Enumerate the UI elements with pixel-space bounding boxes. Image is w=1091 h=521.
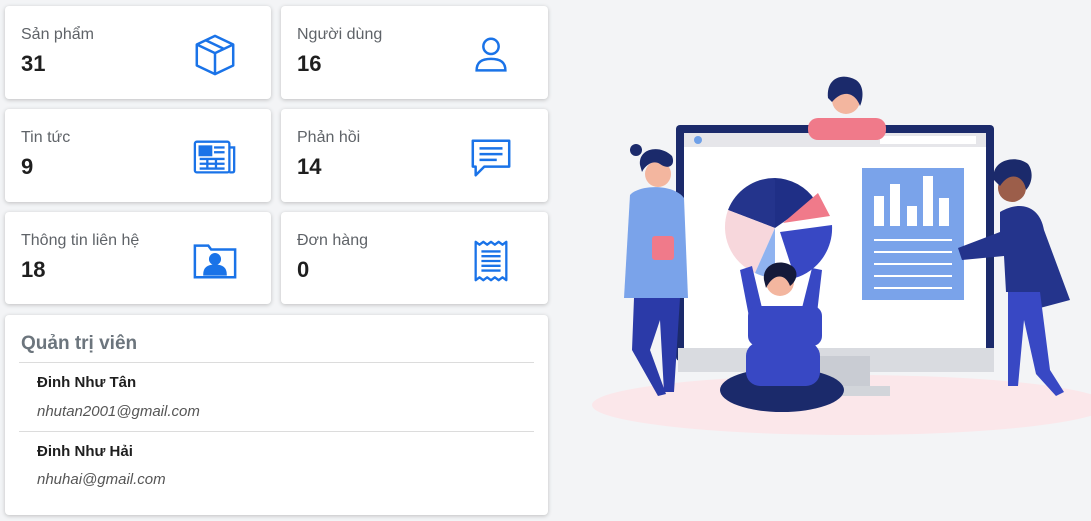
stat-label: Thông tin liên hệ <box>21 232 140 249</box>
admin-email[interactable]: nhuhai@gmail.com <box>37 471 166 488</box>
stat-label: Đơn hàng <box>297 232 368 249</box>
divider <box>19 431 534 432</box>
stat-label: Tin tức <box>21 129 71 146</box>
stat-card-contacts[interactable]: Thông tin liên hệ 18 <box>5 212 271 304</box>
stat-value: 14 <box>297 154 322 179</box>
stat-card-feedback[interactable]: Phản hồi 14 <box>281 109 548 202</box>
chat-icon <box>468 135 514 181</box>
stat-value: 0 <box>297 257 310 282</box>
receipt-icon <box>468 238 514 284</box>
dashboard-illustration <box>580 60 1091 460</box>
admin-list-card: Quản trị viên Đinh Như Tân nhutan2001@gm… <box>5 315 548 515</box>
stat-value: 16 <box>297 51 322 76</box>
box-icon <box>192 32 238 78</box>
stat-card-products[interactable]: Sản phẩm 31 <box>5 6 271 99</box>
stat-value: 18 <box>21 257 46 282</box>
contact-card-icon <box>192 238 238 284</box>
admin-list-title: Quản trị viên <box>21 333 138 354</box>
admin-name: Đinh Như Hải <box>37 443 133 460</box>
stat-card-users[interactable]: Người dùng 16 <box>281 6 548 99</box>
stat-label: Sản phẩm <box>21 26 94 43</box>
stat-card-orders[interactable]: Đơn hàng 0 <box>281 212 548 304</box>
stat-card-news[interactable]: Tin tức 9 <box>5 109 271 202</box>
admin-email[interactable]: nhutan2001@gmail.com <box>37 403 200 420</box>
newspaper-icon <box>192 135 238 181</box>
stat-value: 31 <box>21 51 46 76</box>
admin-name: Đinh Như Tân <box>37 374 137 391</box>
user-icon <box>468 32 514 78</box>
stat-value: 9 <box>21 154 34 179</box>
divider <box>19 362 534 363</box>
stat-label: Phản hồi <box>297 129 361 146</box>
dashboard-panel: Sản phẩm 31 Người dùng 16 Tin tức 9 Phản… <box>0 0 552 521</box>
stat-label: Người dùng <box>297 26 383 43</box>
